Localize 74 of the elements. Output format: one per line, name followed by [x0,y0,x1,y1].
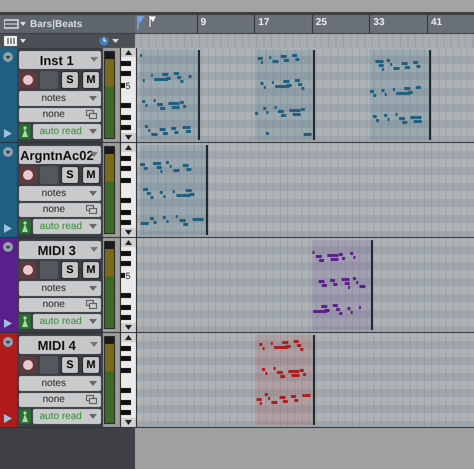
bar-number: 41 [427,15,442,33]
figure-icon[interactable] [18,314,31,329]
view-dropdown[interactable]: notes [18,91,101,106]
record-button[interactable] [18,261,37,280]
scroll-down-icon[interactable] [124,420,132,425]
record-icon [22,75,33,86]
solo-button[interactable]: S [60,71,79,90]
track-select-icon[interactable] [3,147,14,157]
scroll-up-icon[interactable] [124,50,132,55]
caret-icon [88,414,97,419]
mute-button[interactable]: M [82,356,100,374]
scroll-up-icon[interactable] [124,145,132,150]
view-menu-icon[interactable] [4,19,26,29]
mute-button[interactable]: M [82,166,100,184]
track-name[interactable]: MIDI 4 [18,336,101,354]
view-dropdown[interactable]: notes [18,376,101,391]
mute-button[interactable]: M [82,261,100,280]
record-icon [22,360,33,370]
automation-dropdown[interactable]: none [18,392,101,407]
track-name[interactable]: MIDI 3 [18,241,101,260]
scroll-up-icon[interactable] [124,240,132,245]
track-name[interactable]: ArgntnAc02 [18,146,101,164]
caret-icon [90,342,98,347]
scroll-down-icon[interactable] [124,325,132,330]
solo-button[interactable]: S [60,166,79,184]
track-select-icon[interactable] [3,52,14,62]
expand-triangle-icon[interactable] [4,129,12,138]
clock-icon[interactable] [99,36,121,46]
playhead-marker-icon[interactable] [137,16,145,30]
timebase-label[interactable]: Bars|Beats [30,18,82,30]
expand-triangle-icon[interactable] [4,319,12,328]
windows-icon [86,110,97,120]
caret-icon [88,129,97,134]
timeline-ruler[interactable]: 9 17 25 33 41 [135,15,474,33]
view-dropdown[interactable]: notes [18,186,101,201]
windows-icon [86,300,97,310]
scroll-down-icon[interactable] [124,135,132,140]
figure-icon[interactable] [18,219,31,234]
solo-button[interactable]: S [60,356,79,374]
bar-number: 25 [312,15,327,33]
mute-button[interactable]: M [82,71,100,90]
bar-number: 33 [369,15,385,33]
record-button[interactable] [18,356,37,374]
windows-icon [86,395,97,404]
automation-dropdown[interactable]: none [18,202,101,217]
flag-icon[interactable] [149,16,156,28]
windows-icon [86,205,97,214]
caret-icon [88,96,97,101]
figure-icon[interactable] [18,409,31,424]
figure-icon[interactable] [18,124,31,139]
caret-icon [88,319,97,324]
automation-dropdown[interactable]: none [18,108,101,122]
expand-triangle-icon[interactable] [4,414,12,423]
caret-icon [90,247,98,252]
record-button[interactable] [18,71,37,90]
record-button[interactable] [18,166,37,184]
expand-triangle-icon[interactable] [4,224,12,233]
caret-icon [90,57,98,62]
view-dropdown[interactable]: notes [18,281,101,296]
record-icon [22,170,33,180]
track-select-icon[interactable] [3,242,14,252]
automation-dropdown[interactable]: none [18,298,101,312]
track-name[interactable]: Inst 1 [18,51,101,70]
caret-icon [88,224,97,229]
record-icon [22,265,33,276]
track-select-icon[interactable] [3,337,14,347]
caret-icon [88,286,97,291]
bar-number: 17 [254,15,270,33]
scroll-down-icon[interactable] [124,230,132,235]
solo-button[interactable]: S [60,261,79,280]
scroll-up-icon[interactable] [124,335,132,340]
bar-number: 9 [196,15,206,33]
caret-icon [88,380,97,386]
caret-icon [88,190,97,196]
